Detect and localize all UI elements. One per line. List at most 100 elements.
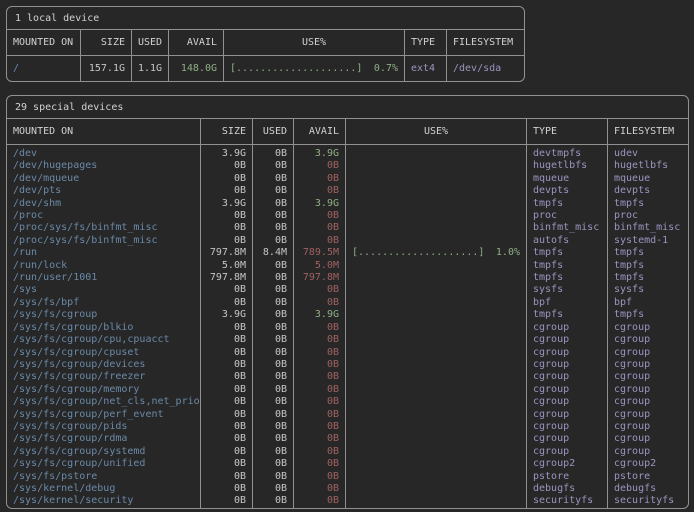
cell-used: 0B [252, 210, 293, 222]
special-devices-title: 29 special devices [7, 96, 688, 119]
cell-use-percent [345, 384, 526, 396]
cell-filesystem: cgroup [607, 334, 688, 346]
cell-use-percent [345, 433, 526, 445]
cell-type: tmpfs [526, 260, 607, 272]
cell-used: 0B [252, 334, 293, 346]
cell-avail: 0B [293, 471, 345, 483]
cell-avail: 0B [293, 173, 345, 185]
cell-mounted-on: /sys/fs/cgroup/unified [7, 458, 200, 470]
column-header-filesystem: FILESYSTEM [446, 30, 524, 56]
cell-mounted-on: /run/user/1001 [7, 272, 200, 284]
local-devices-panel: 1 local device MOUNTED ON SIZE USED AVAI… [6, 6, 525, 82]
cell-avail: 0B [293, 222, 345, 234]
cell-use-percent [345, 198, 526, 210]
local-devices-body: / 157.1G 1.1G 148.0G [..................… [7, 56, 524, 81]
cell-avail: 0B [293, 297, 345, 309]
cell-type: cgroup [526, 371, 607, 383]
cell-filesystem: securityfs [607, 495, 688, 507]
cell-use-percent [345, 334, 526, 346]
cell-use-percent [345, 322, 526, 334]
cell-filesystem: proc [607, 210, 688, 222]
cell-use-percent [345, 260, 526, 272]
device-row: / 157.1G 1.1G 148.0G [..................… [7, 56, 524, 81]
cell-size: 157.1G [80, 56, 131, 81]
column-header-size: SIZE [200, 119, 252, 145]
cell-filesystem: cgroup [607, 384, 688, 396]
cell-mounted-on: /sys/fs/bpf [7, 297, 200, 309]
cell-type: cgroup [526, 322, 607, 334]
cell-used: 0B [252, 309, 293, 321]
cell-used: 0B [252, 272, 293, 284]
cell-avail: 0B [293, 347, 345, 359]
cell-used: 0B [252, 160, 293, 172]
cell-avail: 0B [293, 359, 345, 371]
cell-used: 0B [252, 371, 293, 383]
cell-used: 0B [252, 359, 293, 371]
cell-size: 0B [200, 384, 252, 396]
cell-size: 0B [200, 322, 252, 334]
cell-use-percent [345, 160, 526, 172]
cell-type: cgroup [526, 409, 607, 421]
cell-type: tmpfs [526, 309, 607, 321]
cell-use-percent [345, 396, 526, 408]
cell-mounted-on: /sys/kernel/security [7, 495, 200, 507]
cell-size: 0B [200, 483, 252, 495]
cell-type: binfmt_misc [526, 222, 607, 234]
cell-filesystem: cgroup [607, 359, 688, 371]
cell-use-percent [345, 409, 526, 421]
cell-use-percent [345, 359, 526, 371]
column-header-use-percent: USE% [345, 119, 526, 145]
device-row: /sys/fs/pstore 0B 0B 0B pstore pstore [7, 471, 688, 483]
cell-type: ext4 [404, 56, 446, 81]
cell-used: 0B [252, 185, 293, 197]
cell-avail: 0B [293, 334, 345, 346]
cell-use-percent [345, 495, 526, 507]
cell-filesystem: debugfs [607, 483, 688, 495]
cell-size: 0B [200, 421, 252, 433]
cell-used: 0B [252, 495, 293, 507]
cell-use-percent [345, 173, 526, 185]
cell-type: tmpfs [526, 198, 607, 210]
cell-size: 0B [200, 160, 252, 172]
cell-mounted-on: /sys/fs/cgroup/memory [7, 384, 200, 396]
cell-mounted-on: /sys/fs/cgroup/freezer [7, 371, 200, 383]
cell-use-percent [345, 210, 526, 222]
cell-filesystem: cgroup [607, 433, 688, 445]
cell-filesystem: udev [607, 145, 688, 160]
cell-size: 0B [200, 334, 252, 346]
cell-avail: 797.8M [293, 272, 345, 284]
device-row: /proc/sys/fs/binfmt_misc 0B 0B 0B autofs… [7, 235, 688, 247]
cell-used: 0B [252, 384, 293, 396]
column-header-type: TYPE [526, 119, 607, 145]
cell-filesystem: /dev/sda [446, 56, 524, 81]
cell-use-percent [345, 347, 526, 359]
cell-used: 0B [252, 458, 293, 470]
cell-mounted-on: / [7, 56, 80, 81]
cell-used: 0B [252, 347, 293, 359]
cell-size: 0B [200, 173, 252, 185]
cell-used: 0B [252, 421, 293, 433]
device-row: /sys/fs/cgroup/memory 0B 0B 0B cgroup cg… [7, 384, 688, 396]
usage-bar: [....................] [230, 63, 362, 74]
cell-type: cgroup [526, 446, 607, 458]
cell-used: 0B [252, 145, 293, 160]
cell-avail: 0B [293, 446, 345, 458]
cell-use-percent: [....................] 0.7% [223, 56, 404, 81]
cell-size: 3.9G [200, 309, 252, 321]
cell-use-percent [345, 371, 526, 383]
cell-used: 0B [252, 198, 293, 210]
device-row: /dev/hugepages 0B 0B 0B hugetlbfs hugetl… [7, 160, 688, 172]
cell-used: 0B [252, 235, 293, 247]
column-header-use-percent: USE% [223, 30, 404, 56]
cell-size: 0B [200, 347, 252, 359]
device-row: /dev/shm 3.9G 0B 3.9G tmpfs tmpfs [7, 198, 688, 210]
column-header-mounted-on: MOUNTED ON [7, 30, 80, 56]
cell-filesystem: systemd-1 [607, 235, 688, 247]
cell-filesystem: cgroup [607, 347, 688, 359]
cell-size: 0B [200, 371, 252, 383]
cell-size: 0B [200, 210, 252, 222]
device-row: /run/lock 5.0M 0B 5.0M tmpfs tmpfs [7, 260, 688, 272]
cell-use-percent [345, 145, 526, 160]
cell-use-percent [345, 272, 526, 284]
cell-mounted-on: /dev/pts [7, 185, 200, 197]
